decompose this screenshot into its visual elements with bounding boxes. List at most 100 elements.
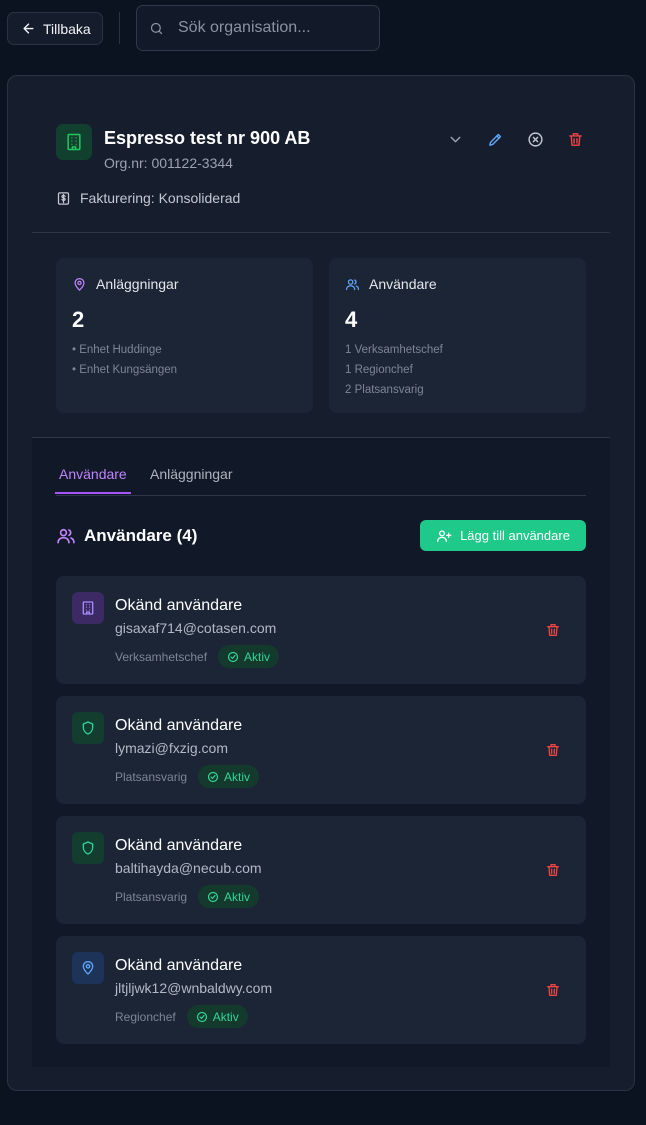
- delete-user-button[interactable]: [544, 861, 562, 879]
- map-pin-icon: [74, 277, 85, 291]
- arrow-left-icon: [23, 23, 34, 34]
- user-card: Okänd användare lymazi@fxzig.com Platsan…: [56, 696, 586, 804]
- trash-icon: [547, 744, 559, 756]
- tab-facilities[interactable]: Anläggningar: [150, 466, 233, 493]
- pencil-icon: [488, 133, 501, 146]
- shield-icon: [82, 721, 94, 735]
- status-label: Aktiv: [212, 1009, 239, 1024]
- list-item: 1 Regionchef: [345, 364, 413, 376]
- delete-user-button[interactable]: [544, 741, 562, 759]
- delete-org-button[interactable]: [566, 130, 584, 148]
- org-name: Espresso test nr 900 AB: [104, 128, 311, 148]
- divider: [119, 12, 120, 44]
- delete-user-button[interactable]: [544, 981, 562, 999]
- list-item: • Enhet Huddinge: [72, 344, 162, 356]
- users-section-label: Användare (4): [84, 526, 198, 545]
- edit-button[interactable]: [486, 130, 504, 148]
- user-plus-icon: [437, 529, 452, 542]
- user-name: Okänd användare: [115, 597, 243, 614]
- facilities-list: • Enhet Huddinge • Enhet Kungsängen: [72, 344, 177, 384]
- divider: [32, 232, 610, 233]
- users-section-title: Användare (4): [56, 526, 197, 546]
- status-badge: Aktiv: [198, 765, 260, 788]
- user-meta: Platsansvarig Aktiv: [115, 765, 260, 788]
- status-label: Aktiv: [224, 889, 251, 904]
- back-button[interactable]: Tillbaka: [7, 12, 103, 45]
- building-icon: [82, 601, 94, 615]
- user-meta: Verksamhetschef Aktiv: [115, 645, 280, 668]
- user-card: Okänd användare gisaxaf714@cotasen.com V…: [56, 576, 586, 684]
- add-user-button[interactable]: Lägg till användare: [420, 520, 586, 551]
- check-circle-icon: [227, 651, 239, 662]
- billing-info: Fakturering: Konsoliderad: [56, 190, 240, 206]
- user-role-badge: [72, 832, 104, 864]
- user-name: Okänd användare: [115, 837, 243, 854]
- status-badge: Aktiv: [186, 1005, 248, 1028]
- map-pin-icon: [82, 961, 94, 975]
- users-count: 4: [345, 307, 358, 332]
- user-card: Okänd användare baltihayda@necub.com Pla…: [56, 816, 586, 924]
- user-name: Okänd användare: [115, 717, 243, 734]
- facilities-stat-label: Anläggningar: [96, 276, 179, 292]
- check-circle-icon: [207, 891, 219, 902]
- billing-label: Fakturering: Konsoliderad: [80, 190, 241, 206]
- org-avatar: [56, 124, 92, 160]
- deactivate-button[interactable]: [526, 130, 544, 148]
- user-email: baltihayda@necub.com: [115, 860, 262, 876]
- trash-icon: [568, 132, 582, 146]
- receipt-icon: [57, 191, 70, 205]
- status-label: Aktiv: [224, 769, 251, 784]
- search-icon: [150, 22, 163, 34]
- facilities-count: 2: [72, 307, 85, 332]
- facilities-stat-card: Anläggningar 2 • Enhet Huddinge • Enhet …: [56, 258, 313, 413]
- users-icon: [57, 528, 75, 544]
- trash-icon: [547, 864, 559, 876]
- user-email: lymazi@fxzig.com: [115, 740, 229, 756]
- shield-icon: [82, 841, 94, 855]
- users-stat-label: Användare: [369, 276, 437, 292]
- users-stat-header: Användare: [345, 276, 437, 292]
- users-stat-card: Användare 4 1 Verksamhetschef 1 Regionch…: [329, 258, 586, 413]
- chevron-down-icon: [450, 136, 460, 142]
- delete-user-button[interactable]: [544, 621, 562, 639]
- building-icon: [67, 133, 81, 151]
- org-number: Org.nr: 001122-3344: [104, 155, 233, 171]
- trash-icon: [547, 984, 559, 996]
- user-card: Okänd användare jltjljwk12@wnbaldwy.com …: [56, 936, 586, 1044]
- users-icon: [345, 278, 360, 290]
- trash-icon: [547, 624, 559, 636]
- list-item: 2 Platsansvarig: [345, 384, 424, 396]
- search-box[interactable]: [136, 5, 380, 51]
- list-item: 1 Verksamhetschef: [345, 344, 443, 356]
- top-bar: Tillbaka: [0, 0, 646, 58]
- expand-button[interactable]: [446, 130, 464, 148]
- user-name: Okänd användare: [115, 957, 243, 974]
- tab-users[interactable]: Användare: [55, 466, 131, 494]
- status-badge: Aktiv: [218, 645, 280, 668]
- organization-card: Espresso test nr 900 AB Org.nr: 001122-3…: [7, 75, 635, 1091]
- user-email: gisaxaf714@cotasen.com: [115, 620, 277, 636]
- user-role: Platsansvarig: [115, 769, 188, 784]
- user-role-badge: [72, 712, 104, 744]
- user-role-badge: [72, 952, 104, 984]
- check-circle-icon: [196, 1011, 207, 1022]
- search-input[interactable]: [178, 19, 368, 37]
- tab-panel: Användare Anläggningar Användare (4) Läg…: [32, 437, 610, 1067]
- x-circle-icon: [527, 131, 543, 147]
- user-role: Verksamhetschef: [115, 649, 208, 664]
- user-role: Regionchef: [115, 1009, 176, 1024]
- user-role-badge: [72, 592, 104, 624]
- users-role-list: 1 Verksamhetschef 1 Regionchef 2 Platsan…: [345, 344, 443, 404]
- user-role: Platsansvarig: [115, 889, 188, 904]
- user-meta: Platsansvarig Aktiv: [115, 885, 260, 908]
- facilities-stat-header: Anläggningar: [72, 276, 179, 292]
- check-circle-icon: [207, 771, 219, 782]
- tab-bar: Användare Anläggningar: [55, 456, 586, 496]
- user-meta: Regionchef Aktiv: [115, 1005, 248, 1028]
- org-actions: [446, 130, 584, 148]
- list-item: • Enhet Kungsängen: [72, 364, 178, 376]
- status-label: Aktiv: [244, 649, 271, 664]
- user-email: jltjljwk12@wnbaldwy.com: [115, 980, 273, 996]
- add-user-label: Lägg till användare: [460, 528, 570, 543]
- status-badge: Aktiv: [198, 885, 260, 908]
